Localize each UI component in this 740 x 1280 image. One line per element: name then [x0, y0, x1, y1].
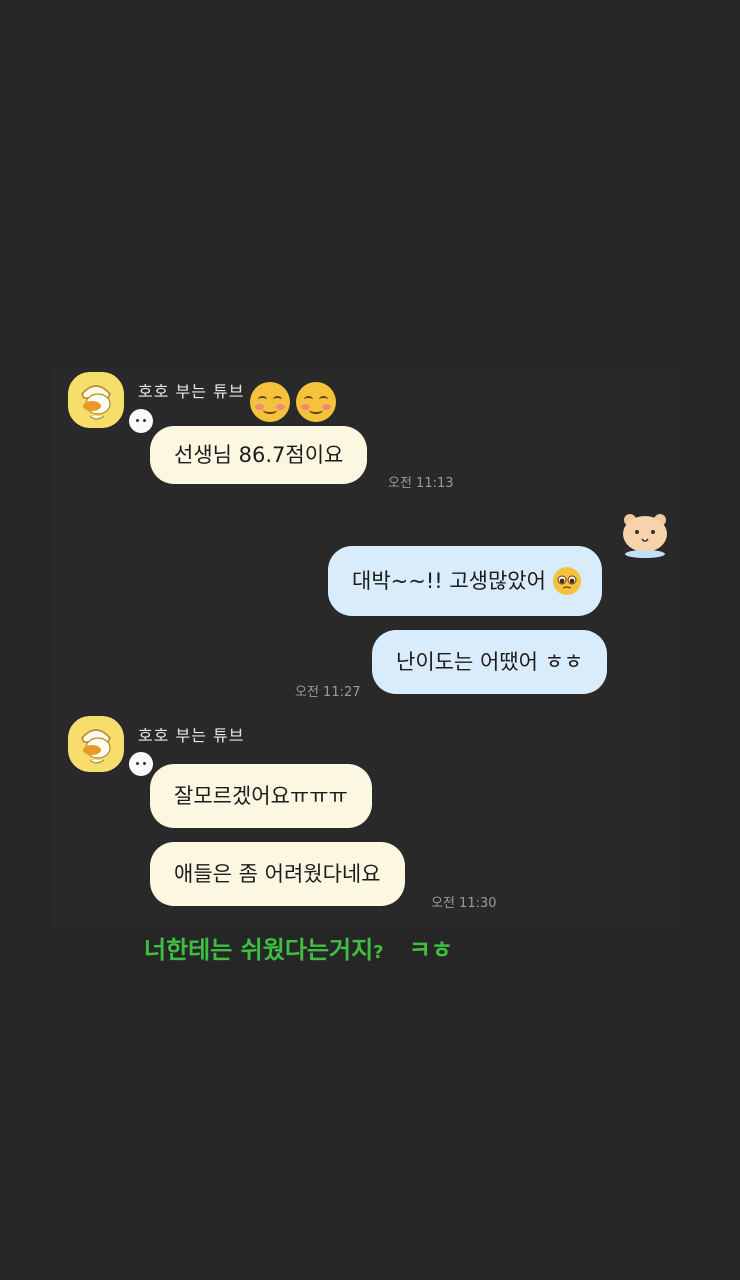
message-time: 오전 11:27	[295, 685, 361, 700]
story-caption: 너한테는 쉬웠다는거지? ㅋㅎ	[144, 930, 453, 965]
bunny-mini-icon	[129, 752, 153, 776]
message-bubble-outgoing[interactable]: 대박~~!! 고생많았어	[328, 546, 602, 616]
bunny-mini-icon	[129, 409, 153, 433]
caption-suffix: ㅋㅎ	[408, 936, 453, 964]
message-bubble[interactable]: 잘모르겠어요ㅠㅠㅠ	[150, 764, 372, 828]
smiling-blush-emoji-icon	[296, 382, 336, 422]
smiling-blush-emoji-icon	[250, 382, 290, 422]
tube-duck-avatar-icon[interactable]	[68, 716, 124, 772]
pleading-face-emoji-icon	[552, 567, 581, 595]
caption-question: ?	[373, 942, 384, 963]
message-time: 오전 11:13	[388, 476, 454, 491]
sender-name: 호호 부는 튜브	[138, 726, 245, 745]
message-time: 오전 11:30	[431, 896, 497, 911]
bear-avatar-icon[interactable]	[618, 510, 672, 558]
sender-name: 호호 부는 튜브	[138, 382, 245, 401]
message-text: 대박~~!! 고생많았어	[352, 569, 546, 593]
message-bubble[interactable]: 선생님 86.7점이요	[150, 426, 368, 484]
message-bubble[interactable]: 애들은 좀 어려웠다네요	[150, 842, 405, 906]
message-bubble-outgoing[interactable]: 난이도는 어땠어 ㅎㅎ	[372, 630, 608, 694]
caption-text: 너한테는 쉬웠다는거지	[144, 936, 374, 964]
tube-duck-avatar-icon[interactable]	[68, 372, 124, 428]
